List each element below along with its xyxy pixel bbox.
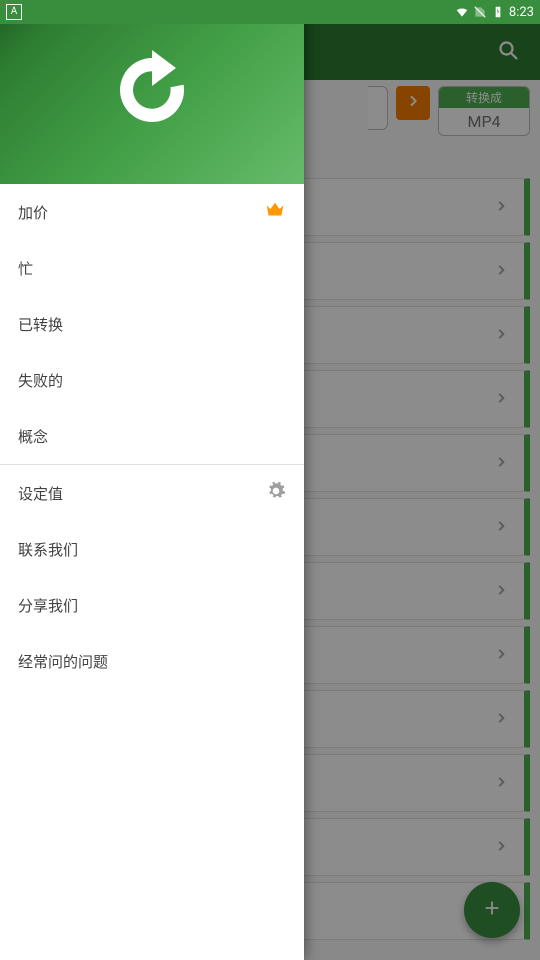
status-bar: A 8:23 xyxy=(0,0,540,24)
drawer-item-label: 已转换 xyxy=(18,314,63,335)
drawer-item-label: 设定值 xyxy=(18,483,63,504)
drawer-item-busy[interactable]: 忙 xyxy=(0,240,304,296)
drawer-item-share[interactable]: 分享我们 xyxy=(0,577,304,633)
status-time: 8:23 xyxy=(509,5,534,20)
nav-drawer: 加价 忙 已转换 失败的 概念 设定值 联系我们 分享我们 xyxy=(0,0,304,960)
drawer-item-settings[interactable]: 设定值 xyxy=(0,465,304,521)
wifi-icon xyxy=(455,5,469,19)
drawer-item-label: 失败的 xyxy=(18,370,63,391)
drawer-item-premium[interactable]: 加价 xyxy=(0,184,304,240)
drawer-item-failed[interactable]: 失败的 xyxy=(0,352,304,408)
drawer-item-label: 联系我们 xyxy=(18,539,78,560)
drawer-header xyxy=(0,0,304,184)
drawer-item-label: 分享我们 xyxy=(18,595,78,616)
drawer-item-label: 加价 xyxy=(18,202,48,223)
no-sim-icon xyxy=(473,5,487,19)
drawer-item-faq[interactable]: 经常问的问题 xyxy=(0,633,304,689)
drawer-item-concept[interactable]: 概念 xyxy=(0,408,304,464)
drawer-item-contact[interactable]: 联系我们 xyxy=(0,521,304,577)
battery-charging-icon xyxy=(491,5,505,19)
drawer-item-converted[interactable]: 已转换 xyxy=(0,296,304,352)
status-left-badge-text: A xyxy=(11,7,18,17)
status-left-badge: A xyxy=(6,4,22,20)
drawer-item-label: 忙 xyxy=(18,258,33,279)
status-right: 8:23 xyxy=(455,5,534,20)
drawer-item-label: 概念 xyxy=(18,426,48,447)
gear-icon xyxy=(266,481,286,505)
crown-icon xyxy=(264,199,286,225)
app-logo-icon xyxy=(104,42,200,142)
drawer-item-label: 经常问的问题 xyxy=(18,651,108,672)
drawer-list: 加价 忙 已转换 失败的 概念 设定值 联系我们 分享我们 xyxy=(0,184,304,960)
